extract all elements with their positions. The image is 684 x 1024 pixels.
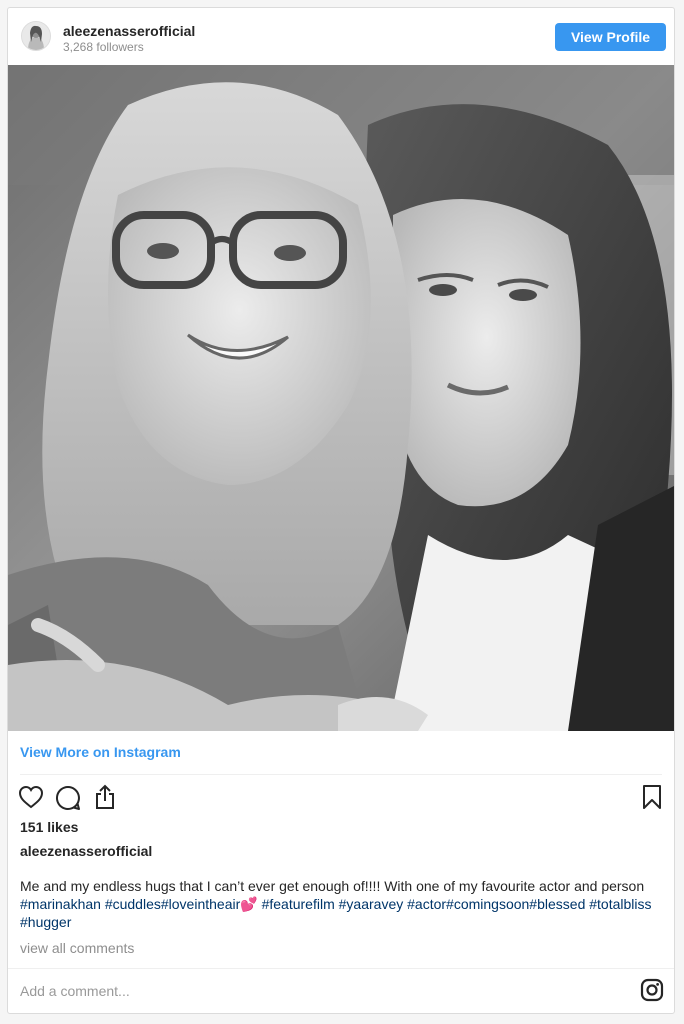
hashtag[interactable]: #totalbliss <box>589 896 651 912</box>
avatar-image <box>22 22 50 50</box>
profile-avatar[interactable] <box>21 21 51 51</box>
post-caption: Me and my endless hugs that I can’t ever… <box>20 877 652 931</box>
like-count[interactable]: 151 likes <box>20 819 78 835</box>
divider <box>8 968 674 969</box>
heart-icon[interactable] <box>18 785 44 814</box>
post-header: aleezenasserofficial 3,268 followers Vie… <box>8 8 674 66</box>
instagram-embed-card: aleezenasserofficial 3,268 followers Vie… <box>7 7 675 1014</box>
hashtag[interactable]: #actor#comingsoon#blessed <box>407 896 585 912</box>
heart-emoji: 💕 <box>240 896 258 912</box>
instagram-logo-icon[interactable] <box>640 978 664 1007</box>
profile-username[interactable]: aleezenasserofficial <box>63 23 195 39</box>
hashtag[interactable]: #marinakhan <box>20 896 101 912</box>
hashtag[interactable]: #featurefilm <box>262 896 335 912</box>
hashtag[interactable]: #yaaravey <box>339 896 404 912</box>
hashtag[interactable]: #hugger <box>20 914 71 930</box>
follower-count: 3,268 followers <box>63 40 144 54</box>
view-all-comments-link[interactable]: view all comments <box>20 940 134 956</box>
add-comment-input[interactable] <box>18 978 622 1004</box>
share-icon[interactable] <box>93 784 117 815</box>
caption-username[interactable]: aleezenasserofficial <box>20 843 152 859</box>
comment-icon[interactable] <box>55 785 81 816</box>
post-image <box>8 65 674 731</box>
view-more-on-instagram-link[interactable]: View More on Instagram <box>20 744 181 760</box>
hashtag[interactable]: #cuddles#loveintheair <box>105 896 240 912</box>
caption-text: Me and my endless hugs that I can’t ever… <box>20 878 645 894</box>
divider <box>20 774 662 775</box>
view-profile-button[interactable]: View Profile <box>555 23 666 51</box>
post-photo[interactable] <box>8 65 674 731</box>
bookmark-icon[interactable] <box>641 784 663 815</box>
